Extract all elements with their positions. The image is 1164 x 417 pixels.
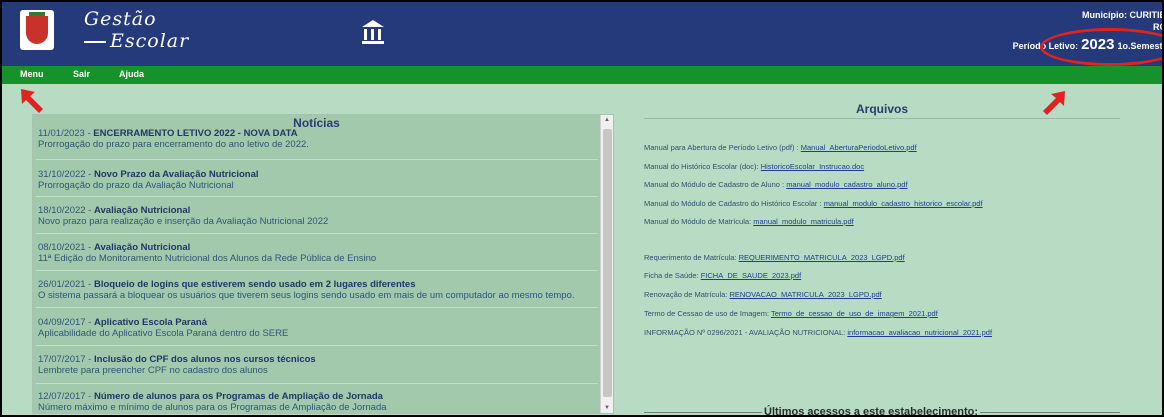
brand-line1: Gestão	[84, 8, 157, 30]
page: Gestão Escolar Município: CURITIB RC Per…	[0, 0, 1164, 417]
file-link[interactable]: Manual_AberturaPeriodoLetivo.pdf	[801, 143, 917, 152]
institution-icon	[362, 20, 384, 44]
news-item[interactable]: 04/09/2017 - Aplicativo Escola Paraná Ap…	[38, 317, 598, 339]
file-link[interactable]: Termo_de_cessao_de_uso_de_imagem_2021.pd…	[771, 309, 938, 318]
file-item: Manual do Módulo de Cadastro do Históric…	[644, 199, 983, 208]
news-item[interactable]: 11/01/2023 - ENCERRAMENTO LETIVO 2022 - …	[38, 128, 598, 150]
parana-crest-logo	[20, 10, 54, 50]
file-link[interactable]: informacao_avaliacao_nutricional_2021.pd…	[847, 328, 992, 337]
file-item: INFORMAÇÃO Nº 0296/2021 - AVALIAÇÃO NUTR…	[644, 328, 993, 337]
file-item: Renovação de Matrícula: RENOVACAO_MATRIC…	[644, 290, 882, 299]
file-link[interactable]: REQUERIMENTO_MATRICULA_2023_LGPD.pdf	[739, 253, 905, 262]
last-access-section: Últimos acessos a este estabelecimento:	[644, 406, 1120, 417]
file-link[interactable]: FICHA_DE_SAUDE_2023.pdf	[701, 271, 801, 280]
file-item: Manual para Abertura de Período Letivo (…	[644, 143, 917, 152]
municipio-label-2: RC	[1153, 22, 1162, 32]
file-item: Termo de Cessao de uso de Imagem: Termo_…	[644, 309, 938, 318]
news-panel: Notícias 11/01/2023 - ENCERRAMENTO LETIV…	[32, 114, 614, 414]
scroll-down-icon[interactable]: ▼	[604, 405, 610, 411]
file-link[interactable]: manual_modulo_matricula.pdf	[753, 217, 853, 226]
scroll-up-icon[interactable]: ▲	[604, 117, 610, 123]
news-item[interactable]: 31/10/2022 - Novo Prazo da Avaliação Nut…	[38, 169, 598, 191]
news-item[interactable]: 17/07/2017 - Inclusão do CPF dos alunos …	[38, 354, 598, 376]
file-link[interactable]: HistoricoEscolar_Instrucao.doc	[761, 162, 864, 171]
file-item: Ficha de Saúde: FICHA_DE_SAUDE_2023.pdf	[644, 271, 802, 280]
file-item: Manual do Módulo de Matrícula: manual_mo…	[644, 217, 854, 226]
news-item[interactable]: 18/10/2022 - Avaliação Nutricional Novo …	[38, 205, 598, 227]
ajuda-link[interactable]: Ajuda	[119, 69, 144, 79]
brand-line2: Escolar	[110, 30, 190, 52]
gestao-escolar-logo: Gestão Escolar	[84, 8, 188, 52]
file-item: Manual do Módulo de Cadastro de Aluno : …	[644, 180, 908, 189]
file-item: Requerimento de Matrícula: REQUERIMENTO_…	[644, 253, 905, 262]
file-item: Manual do Histórico Escolar (doc): Histo…	[644, 162, 865, 171]
file-link[interactable]: RENOVACAO_MATRICULA_2023_LGPD.pdf	[729, 290, 881, 299]
files-title: Arquivos	[855, 102, 908, 116]
municipio-label: Município: CURITIB	[1082, 10, 1164, 20]
header: Gestão Escolar Município: CURITIB RC Per…	[2, 2, 1164, 66]
scroll-thumb[interactable]	[603, 129, 612, 397]
last-access-title: Últimos acessos a este estabelecimento:	[762, 406, 980, 417]
menu-bar: Menu Sair Ajuda	[2, 66, 1162, 84]
news-item[interactable]: 26/01/2021 - Bloqueio de logins que esti…	[38, 279, 598, 301]
news-item[interactable]: 12/07/2017 - Número de alunos para os Pr…	[38, 391, 598, 413]
sair-link[interactable]: Sair	[73, 69, 90, 79]
files-divider	[644, 118, 1120, 119]
news-item[interactable]: 08/10/2021 - Avaliação Nutricional 11ª E…	[38, 242, 598, 264]
red-arrow-icon	[21, 89, 43, 113]
file-link[interactable]: manual_modulo_cadastro_aluno.pdf	[786, 180, 907, 189]
menu-link[interactable]: Menu	[20, 69, 44, 79]
news-scrollbar[interactable]: ▲ ▼	[600, 115, 613, 413]
file-link[interactable]: manual_modulo_cadastro_historico_escolar…	[824, 199, 983, 208]
